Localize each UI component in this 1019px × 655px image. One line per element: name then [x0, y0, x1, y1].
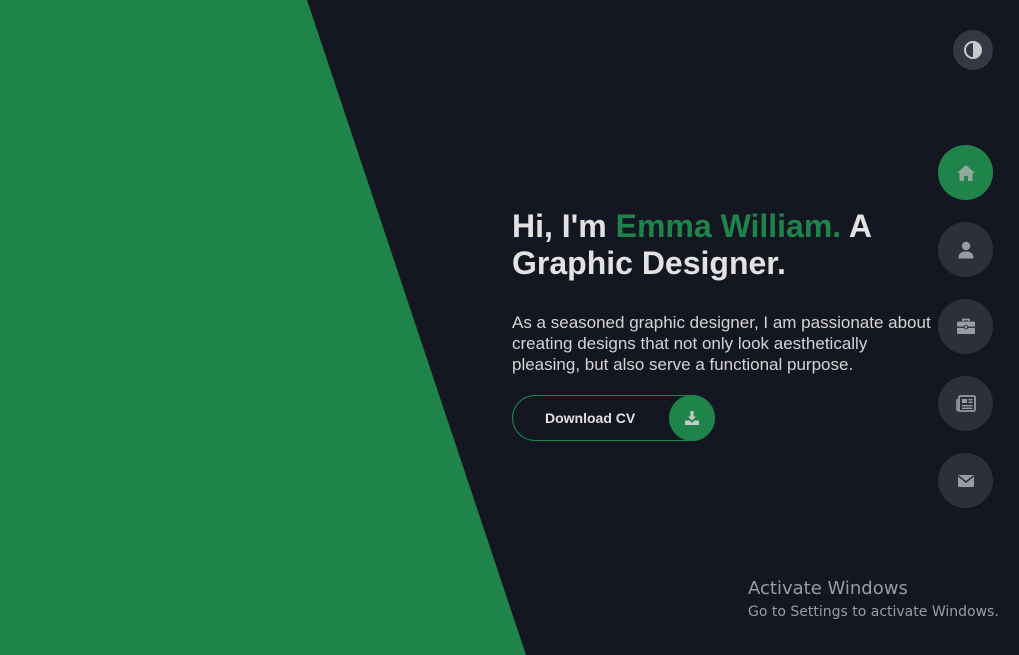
nav-portfolio-button[interactable]	[938, 299, 993, 354]
download-icon-circle	[669, 395, 715, 441]
envelope-icon	[957, 474, 974, 487]
home-icon	[956, 164, 975, 181]
portfolio-page: Hi, I'm Emma William. A Graphic Designer.…	[0, 0, 1019, 655]
windows-activation-watermark: Activate Windows Go to Settings to activ…	[748, 578, 999, 622]
hero-bio: As a seasoned graphic designer, I am pas…	[512, 313, 931, 374]
nav-contact-button[interactable]	[938, 453, 993, 508]
briefcase-icon	[956, 318, 975, 334]
nav-blog-button[interactable]	[938, 376, 993, 431]
greeting-text: Hi, I'm	[512, 208, 616, 244]
watermark-subtitle: Go to Settings to activate Windows.	[748, 604, 999, 620]
download-icon	[685, 411, 699, 425]
side-navigation	[938, 145, 993, 530]
role-text-line2: Graphic Designer.	[512, 245, 786, 281]
watermark-title: Activate Windows	[748, 578, 908, 599]
hero-headline: Hi, I'm Emma William. A Graphic Designer.	[512, 208, 937, 282]
person-name: Emma William.	[615, 208, 842, 244]
download-cv-label: Download CV	[545, 410, 636, 426]
download-cv-button[interactable]: Download CV	[512, 395, 715, 441]
user-icon	[958, 241, 973, 258]
nav-about-button[interactable]	[938, 222, 993, 277]
newspaper-icon	[955, 395, 976, 412]
nav-home-button[interactable]	[938, 145, 993, 200]
role-text-line1: A	[841, 208, 872, 244]
theme-toggle-button[interactable]	[953, 30, 993, 70]
contrast-icon	[964, 41, 982, 59]
hero-section: Hi, I'm Emma William. A Graphic Designer.…	[512, 208, 937, 441]
